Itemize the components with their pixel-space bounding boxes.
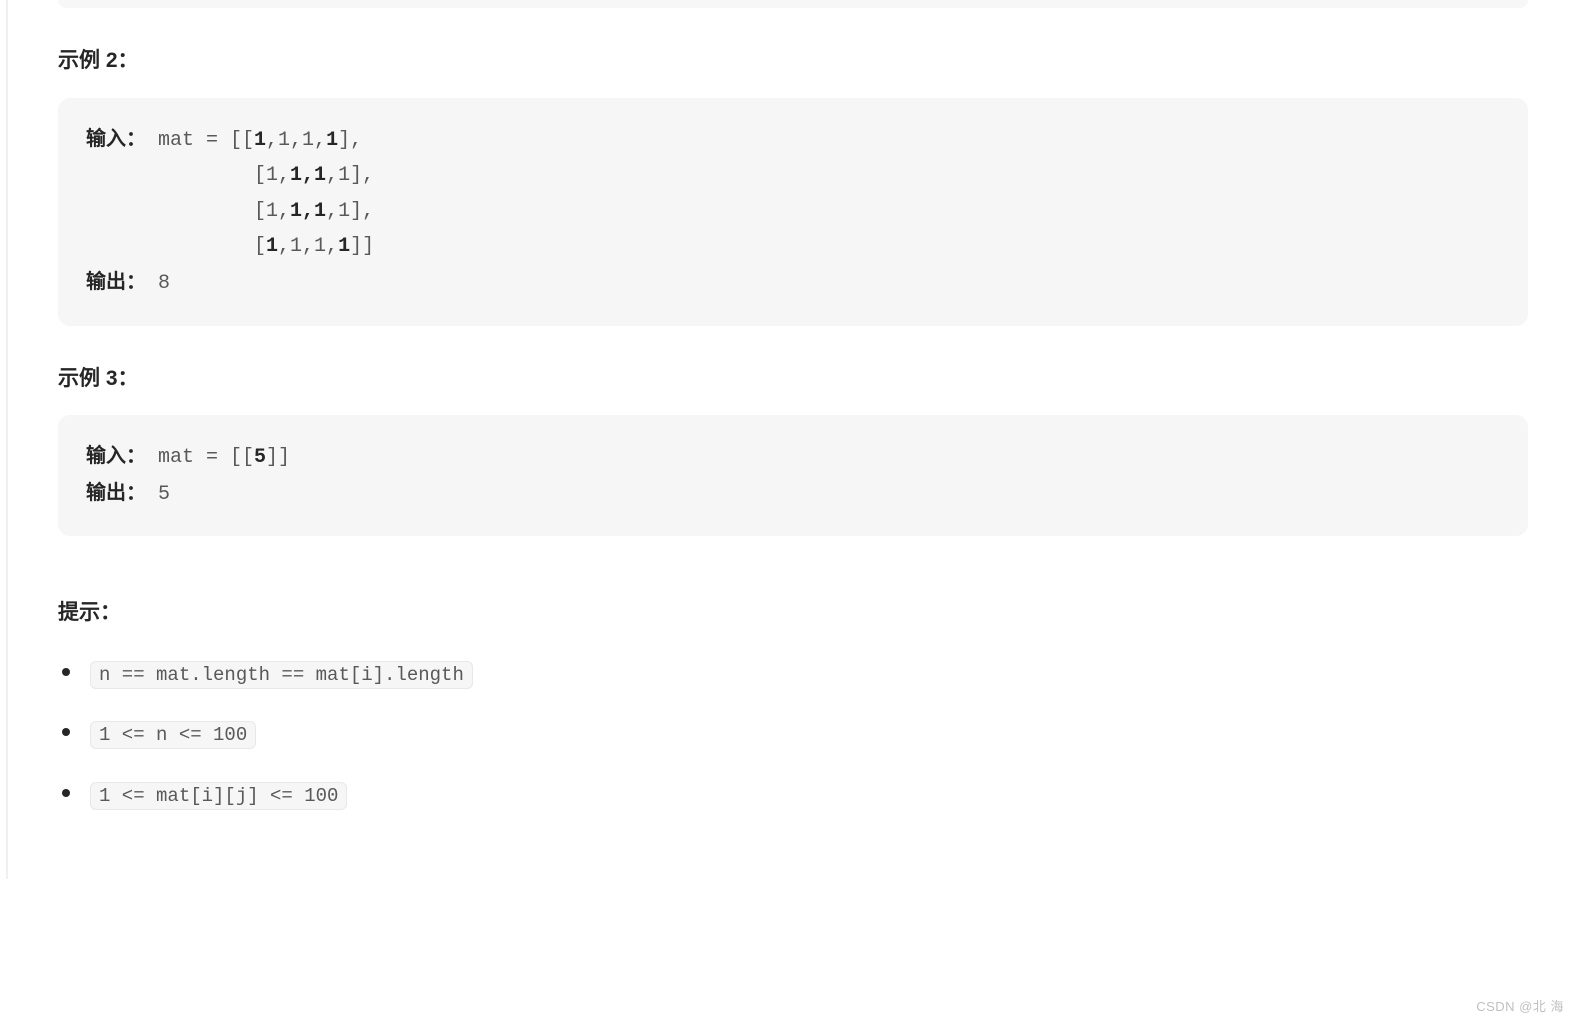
- constraint-code: 1 <= mat[i][j] <= 100: [90, 782, 347, 810]
- bold-num: 1: [266, 235, 278, 258]
- output-label: 输出：: [86, 482, 146, 504]
- constraint-code: n == mat.length == mat[i].length: [90, 661, 473, 689]
- bold-num: 1: [254, 129, 266, 152]
- code-text: ]]: [350, 235, 374, 258]
- code-text: [1,: [86, 164, 290, 187]
- code-text: [1,: [86, 200, 290, 223]
- example-3-heading: 示例 3：: [58, 362, 1528, 396]
- input-label: 输入：: [86, 445, 146, 467]
- example-2-code: 输入： mat = [[1,1,1,1], [1,1,1,1], [1,1,1,…: [58, 98, 1528, 326]
- code-text: ,1,1,: [266, 129, 326, 152]
- example-3-code: 输入： mat = [[5]] 输出： 5: [58, 415, 1528, 536]
- list-item: 1 <= n <= 100: [62, 718, 1528, 750]
- hints-heading: 提示：: [58, 596, 1528, 630]
- code-text: mat = [[: [158, 129, 254, 152]
- code-text: ],: [338, 129, 362, 152]
- code-text: [: [86, 235, 266, 258]
- prev-block-bottom: [58, 0, 1528, 8]
- list-item: n == mat.length == mat[i].length: [62, 658, 1528, 690]
- bold-num: 1: [338, 235, 350, 258]
- bold-num: 1,1: [290, 164, 326, 187]
- code-text: ,1,1,: [278, 235, 338, 258]
- output-label: 输出：: [86, 271, 146, 293]
- bold-num: 1,1: [290, 200, 326, 223]
- output-value: 5: [158, 483, 170, 506]
- example-2-heading: 示例 2：: [58, 44, 1528, 78]
- code-text: ,1],: [326, 164, 374, 187]
- code-text: ,1],: [326, 200, 374, 223]
- output-value: 8: [158, 272, 170, 295]
- watermark: CSDN @北 海: [1476, 997, 1564, 1018]
- bold-num: 1: [326, 129, 338, 152]
- bold-num: 5: [254, 446, 266, 469]
- input-label: 输入：: [86, 128, 146, 150]
- code-text: mat = [[: [158, 446, 254, 469]
- constraint-code: 1 <= n <= 100: [90, 721, 256, 749]
- code-text: ]]: [266, 446, 290, 469]
- hints-list: n == mat.length == mat[i].length 1 <= n …: [58, 658, 1528, 811]
- list-item: 1 <= mat[i][j] <= 100: [62, 779, 1528, 811]
